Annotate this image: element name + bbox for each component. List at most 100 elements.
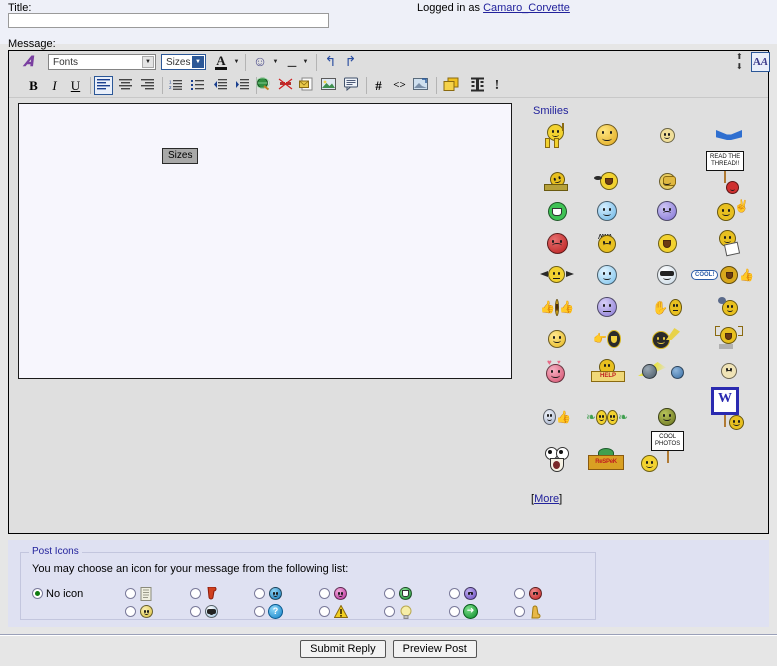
posticon-no-icon-option[interactable]: No icon [32, 585, 83, 602]
font-color-button[interactable]: A [212, 53, 230, 72]
logged-in-username-link[interactable]: Camaro_Corvette [483, 2, 570, 14]
smilie-wink-wave[interactable]: ✌ [701, 195, 757, 227]
posticon-pink-smile[interactable] [319, 585, 348, 602]
outdent-button[interactable] [211, 76, 230, 95]
underline-button[interactable]: U [67, 76, 84, 95]
submit-reply-button[interactable]: Submit Reply [300, 640, 386, 658]
posticon-thumbs-up[interactable] [514, 603, 543, 620]
insert-link-button[interactable] [254, 76, 273, 95]
smilie-respek[interactable]: ReSPeK [579, 443, 635, 475]
attachment-dropdown-arrow-icon[interactable]: ▼ [302, 59, 309, 65]
smilie-chevy-bowtie[interactable] [701, 119, 757, 151]
posticon-lightbulb[interactable] [384, 603, 413, 620]
smilie-purple-dots[interactable] [579, 291, 635, 323]
indent-button[interactable] [233, 76, 252, 95]
posticon-arrow[interactable]: ➜ [449, 603, 478, 620]
radio-posticon-notes[interactable] [125, 588, 136, 599]
insert-image-button[interactable] [319, 76, 338, 95]
smilie-small-spin[interactable] [701, 291, 757, 323]
smilie-red-angry[interactable] [529, 227, 585, 259]
smilie-pale-sick[interactable] [701, 355, 757, 387]
font-color-dropdown-arrow-icon[interactable]: ▼ [233, 59, 240, 65]
expand-up-icon[interactable]: ⬆ [736, 53, 743, 61]
bold-button[interactable]: B [25, 76, 42, 95]
insert-thumbnail-button[interactable] [411, 76, 430, 95]
insert-bar-button[interactable]: ! [490, 76, 504, 95]
collapse-down-icon[interactable]: ⬇ [736, 63, 743, 71]
radio-posticon-thumbs-down[interactable] [190, 588, 201, 599]
align-right-button[interactable] [138, 76, 157, 95]
smilie-squeezed[interactable] [529, 259, 585, 291]
posticon-green-grin[interactable] [384, 585, 413, 602]
radio-posticon-thumbs-up[interactable] [514, 606, 525, 617]
smilie-wave-guy[interactable] [529, 119, 585, 151]
smilie-shocked[interactable] [529, 443, 585, 475]
smilie-facepalm[interactable] [639, 165, 695, 197]
smilie-blue-smile[interactable] [579, 195, 635, 227]
unordered-list-button[interactable] [188, 76, 207, 95]
radio-posticon-purple-mad[interactable] [449, 588, 460, 599]
posticon-warning[interactable] [319, 603, 348, 620]
smilie-read-the-thread[interactable]: READ THE THREAD!! [701, 151, 757, 195]
align-center-button[interactable] [116, 76, 135, 95]
smilie-basic-smile[interactable] [529, 323, 585, 355]
smilie-purple-mad[interactable] [639, 195, 695, 227]
smilie-button[interactable]: ☺ [251, 53, 269, 72]
insert-quote-button[interactable] [342, 76, 361, 95]
posticon-question[interactable]: ? [254, 603, 283, 620]
smilie-comet[interactable] [635, 355, 701, 387]
radio-posticon-lightbulb[interactable] [384, 606, 395, 617]
smilie-dark-smile[interactable] [639, 401, 695, 433]
align-left-button[interactable] [94, 76, 113, 95]
message-editor-body[interactable] [18, 103, 512, 379]
smilie-thumb-up-grey[interactable]: 👍 [529, 401, 585, 433]
insert-email-button[interactable] [297, 76, 316, 95]
smilie-mad-hair[interactable]: ʌʌʌʌʌ [579, 227, 635, 259]
attachment-button[interactable]: ⚊ [284, 53, 300, 72]
radio-posticon-arrow[interactable] [449, 606, 460, 617]
smilie-shout-dark[interactable]: 👉 [579, 323, 635, 355]
radio-posticon-blue-smile[interactable] [254, 588, 265, 599]
redo-button[interactable]: ↱ [342, 53, 359, 72]
smilie-green-grin[interactable] [529, 195, 585, 227]
smilie-love-hearts[interactable]: ♥ ♥ [529, 355, 585, 387]
radio-posticon-sunglasses[interactable] [190, 606, 201, 617]
insert-layers-button[interactable] [441, 76, 462, 95]
remove-link-button[interactable] [276, 76, 295, 95]
smilie-writing[interactable] [701, 227, 757, 259]
smilie-plain-smile[interactable] [579, 119, 635, 151]
radio-posticon-green-grin[interactable] [384, 588, 395, 599]
smilie-spit-take[interactable] [579, 165, 635, 197]
insert-html-button[interactable]: <> [390, 76, 409, 95]
smilie-throw[interactable] [639, 323, 695, 355]
radio-no-icon[interactable] [32, 588, 43, 599]
radio-posticon-pink-smile[interactable] [319, 588, 330, 599]
radio-posticon-red-angry[interactable] [514, 588, 525, 599]
posticon-notes[interactable] [125, 585, 154, 602]
smilie-cool-bubble[interactable]: COOL! 👍 [689, 259, 763, 291]
smilie-thumbs-both[interactable]: 👍 👍 [529, 291, 585, 323]
posticon-sunglasses[interactable] [190, 603, 219, 620]
smilies-more-link[interactable]: More [534, 493, 559, 505]
smilie-two-faces[interactable]: ❧ ❧ [579, 401, 635, 433]
smilie-help-sign[interactable]: HELP [579, 355, 635, 387]
smilie-small-smile[interactable] [639, 119, 695, 151]
insert-code-button[interactable]: # [369, 76, 388, 95]
smilie-laugh[interactable] [639, 227, 695, 259]
smilie-sunglasses[interactable] [639, 259, 695, 291]
font-size-select[interactable]: Sizes ▼ [161, 54, 206, 70]
font-family-select[interactable]: Fonts ▼ [48, 54, 156, 70]
radio-posticon-question[interactable] [254, 606, 265, 617]
wysiwyg-source-toggle-button[interactable]: AA [751, 52, 770, 72]
smilie-dropdown-arrow-icon[interactable]: ▼ [272, 59, 279, 65]
smilie-w-sign[interactable]: W [701, 387, 757, 431]
preview-post-button[interactable]: Preview Post [392, 640, 477, 658]
insert-video-button[interactable] [468, 76, 487, 95]
smilie-cheer[interactable] [701, 323, 757, 355]
smilie-cool-photos[interactable]: COOL PHOTOS [639, 431, 695, 475]
posticon-blue-smile[interactable] [254, 585, 283, 602]
undo-button[interactable]: ↰ [322, 53, 339, 72]
posticon-red-angry[interactable] [514, 585, 543, 602]
radio-posticon-warning[interactable] [319, 606, 330, 617]
italic-button[interactable]: I [46, 76, 63, 95]
